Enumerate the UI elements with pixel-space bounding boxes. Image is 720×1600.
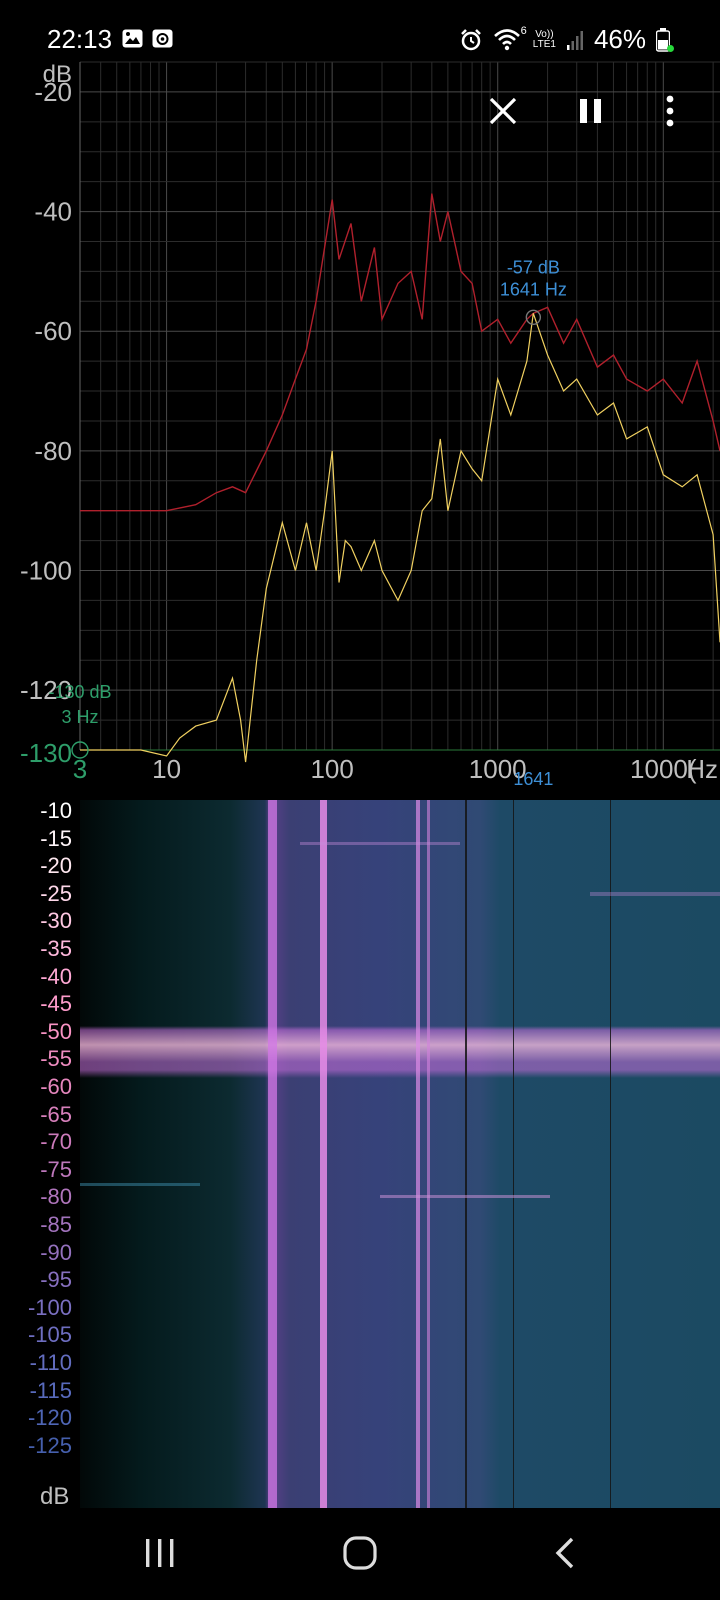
spectrogram-scale-label: -95 xyxy=(40,1267,72,1293)
spectrogram-scale-label: -65 xyxy=(40,1101,72,1127)
spectrogram-scale-label: -60 xyxy=(40,1074,72,1099)
pause-button[interactable] xyxy=(568,88,614,134)
recents-button[interactable] xyxy=(130,1528,190,1578)
network-label: Vo)) LTE1 xyxy=(532,28,556,50)
y-tick-label-floor: -130 xyxy=(20,738,72,768)
spectrogram-scale-label: -120 xyxy=(27,1405,72,1431)
y-tick-label: -60 xyxy=(34,316,72,346)
spectrogram-scale-label: -15 xyxy=(40,825,72,851)
status-bar: 22:13 6 Vo)) LTE1 46% xyxy=(0,0,720,78)
y-tick-label: -80 xyxy=(34,436,72,466)
x-tick-label: 100 xyxy=(310,754,353,784)
battery-percent: 46% xyxy=(593,24,646,54)
spectrogram-scale: -10 -15 -20 -25 -30 -35 -40 -45 -50 -55 -60 -65 -70-… xyxy=(0,800,80,1510)
spectrogram-scale-label: -20 xyxy=(40,853,72,879)
status-right-group: 6 Vo)) LTE1 46% xyxy=(459,24,670,55)
spectrogram-scale-label: -45 xyxy=(40,991,72,1017)
spectrogram-scale-label: -25 xyxy=(40,880,72,906)
spectrogram-streak xyxy=(590,892,720,896)
spectrogram-scale-label: -80 xyxy=(40,1184,72,1210)
spectrogram-scale-label: -75 xyxy=(40,1156,72,1182)
status-time: 22:13 xyxy=(47,24,113,54)
home-button[interactable] xyxy=(330,1528,390,1578)
y-tick-label: -20 xyxy=(34,77,72,107)
spectrogram-scale-label: -35 xyxy=(40,936,72,961)
spectrogram-band xyxy=(465,800,467,1508)
spectrogram-scale-label: -125 xyxy=(27,1432,72,1458)
alarm-icon xyxy=(460,28,481,50)
spectrogram-db-unit: dB xyxy=(40,1483,70,1510)
peak-marker-x-readout: 1641 xyxy=(513,769,553,789)
spectrogram-scale-label: -10 xyxy=(40,798,72,823)
peak-marker-db: -57 dB xyxy=(507,257,560,277)
spectrogram-scale-label: -85 xyxy=(40,1212,72,1237)
gallery-icon xyxy=(122,29,143,48)
spectrogram-streak xyxy=(300,842,460,845)
spectrogram-band xyxy=(610,800,611,1508)
charging-dot xyxy=(667,45,674,52)
spectrogram-streak xyxy=(380,1195,550,1198)
wifi-tag: 6 xyxy=(520,24,527,37)
spectrogram-band xyxy=(427,800,430,1508)
recents-icon xyxy=(146,1539,174,1567)
spectrogram-scale-label: -100 xyxy=(27,1294,72,1320)
spectrogram-scale-label: -105 xyxy=(27,1322,72,1348)
spectrogram-scale-label: -50 xyxy=(40,1018,72,1044)
spectrogram-band xyxy=(416,800,420,1508)
spectrogram-waterfall[interactable] xyxy=(80,800,720,1508)
spectrogram-scale-label: -90 xyxy=(40,1239,72,1265)
screen-record-icon xyxy=(152,29,173,48)
pause-icon xyxy=(580,99,601,123)
home-icon xyxy=(343,1536,377,1570)
spectrogram-scale-label: -55 xyxy=(40,1046,72,1072)
navigation-bar xyxy=(0,1508,720,1600)
cursor-marker-hz: 3 Hz xyxy=(61,707,98,727)
spectrogram-streak xyxy=(80,1183,200,1186)
wifi-icon: 6 xyxy=(493,25,527,53)
y-tick-label: -100 xyxy=(20,556,72,586)
network-label-top: Vo)) xyxy=(535,28,554,40)
spectrogram-scale-label: -30 xyxy=(40,908,72,934)
close-button[interactable] xyxy=(480,88,526,134)
close-icon xyxy=(489,97,517,125)
peak-marker-hz: 1641 Hz xyxy=(500,279,567,299)
more-vert-icon xyxy=(666,95,674,127)
spectrogram-scale-label: -115 xyxy=(29,1377,72,1403)
spectrogram-scale-label: -70 xyxy=(40,1129,72,1155)
x-axis-unit: Hz xyxy=(686,754,718,784)
spectrogram-scale-label: -40 xyxy=(40,963,72,989)
cursor-marker-db: -130 dB xyxy=(48,682,111,702)
more-options-button[interactable] xyxy=(647,88,693,134)
analyzer-controls xyxy=(480,88,700,138)
spectrogram-scale-label: -110 xyxy=(29,1350,72,1375)
x-tick-label: 10 xyxy=(152,754,181,784)
back-button[interactable] xyxy=(535,1528,595,1578)
y-tick-label: -40 xyxy=(34,197,72,227)
signal-icon xyxy=(566,30,583,50)
spectrogram-band xyxy=(513,800,514,1508)
back-icon xyxy=(555,1537,574,1569)
network-label-bottom: LTE1 xyxy=(532,38,556,50)
spectrogram-band xyxy=(320,800,327,1508)
spectrogram-band xyxy=(268,800,277,1508)
